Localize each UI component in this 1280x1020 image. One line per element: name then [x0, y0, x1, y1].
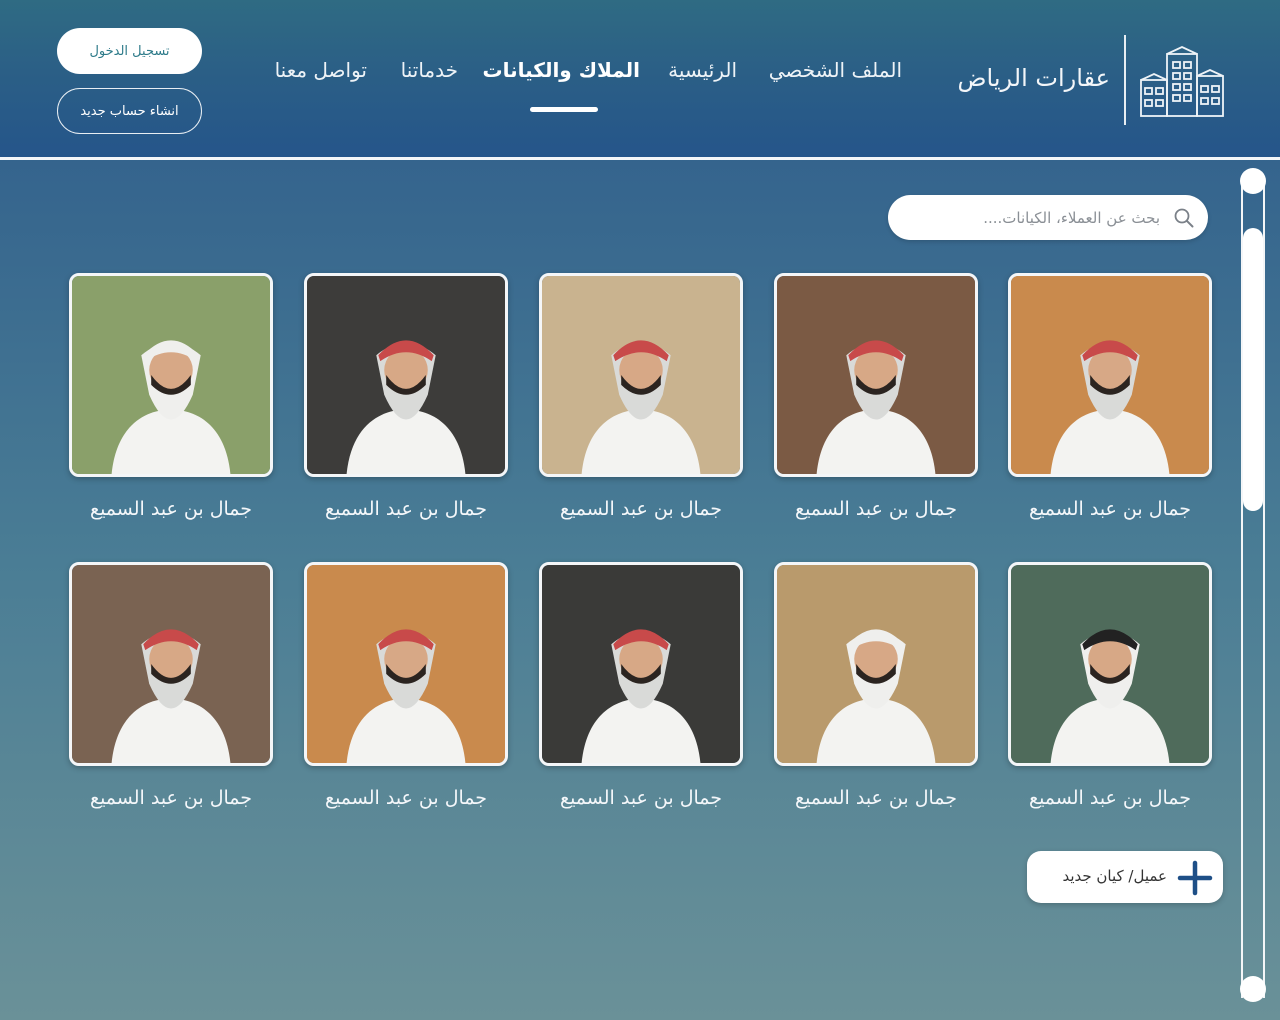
avatar [542, 565, 740, 763]
avatar [777, 276, 975, 474]
client-card-photo[interactable] [1008, 562, 1212, 766]
nav-profile[interactable]: الملف الشخصي [769, 58, 902, 88]
client-name[interactable]: جمال بن عبد السميع [1000, 787, 1220, 809]
avatar [542, 276, 740, 474]
scroll-up-cap[interactable] [1240, 168, 1266, 194]
search-input[interactable] [908, 195, 1160, 240]
avatar [777, 565, 975, 763]
client-name[interactable]: جمال بن عبد السميع [296, 787, 516, 809]
logo-divider [1124, 35, 1126, 125]
avatar [72, 565, 270, 763]
client-name[interactable]: جمال بن عبد السميع [531, 787, 751, 809]
plus-icon [1177, 860, 1213, 896]
client-card-photo[interactable] [304, 273, 508, 477]
add-button-label: عميل/ كيان جديد [1062, 867, 1167, 885]
login-button[interactable]: تسجيل الدخول [57, 28, 202, 74]
brand-title: عقارات الرياض [957, 64, 1110, 92]
scrollbar[interactable] [1240, 168, 1266, 1008]
client-card-photo[interactable] [774, 273, 978, 477]
client-name[interactable]: جمال بن عبد السميع [61, 787, 281, 809]
header-divider [0, 157, 1280, 160]
client-name[interactable]: جمال بن عبد السميع [766, 787, 986, 809]
buildings-logo-icon [1140, 46, 1224, 117]
register-button[interactable]: انشاء حساب جديد [57, 88, 202, 134]
scroll-thumb[interactable] [1243, 228, 1263, 511]
client-name[interactable]: جمال بن عبد السميع [531, 498, 751, 520]
search-icon[interactable] [1173, 207, 1195, 229]
avatar [1011, 276, 1209, 474]
client-name[interactable]: جمال بن عبد السميع [766, 498, 986, 520]
client-card-photo[interactable] [69, 562, 273, 766]
scroll-rail-line [1263, 178, 1265, 998]
client-card-photo[interactable] [304, 562, 508, 766]
nav-services[interactable]: خدماتنا [401, 58, 458, 88]
avatar [72, 276, 270, 474]
avatar [307, 565, 505, 763]
nav-home[interactable]: الرئيسية [668, 58, 737, 88]
nav-owners-entities[interactable]: الملاك والكيانات [483, 58, 640, 88]
client-name[interactable]: جمال بن عبد السميع [1000, 498, 1220, 520]
avatar [307, 276, 505, 474]
client-card-photo[interactable] [69, 273, 273, 477]
client-name[interactable]: جمال بن عبد السميع [61, 498, 281, 520]
avatar [1011, 565, 1209, 763]
active-nav-indicator [530, 107, 598, 112]
client-card-photo[interactable] [1008, 273, 1212, 477]
client-card-photo[interactable] [539, 562, 743, 766]
search-box[interactable] [888, 195, 1208, 240]
scroll-down-cap[interactable] [1240, 976, 1266, 1002]
nav-contact[interactable]: تواصل معنا [275, 58, 367, 88]
client-card-photo[interactable] [774, 562, 978, 766]
add-client-entity-button[interactable]: عميل/ كيان جديد [1027, 851, 1223, 903]
client-card-photo[interactable] [539, 273, 743, 477]
client-name[interactable]: جمال بن عبد السميع [296, 498, 516, 520]
